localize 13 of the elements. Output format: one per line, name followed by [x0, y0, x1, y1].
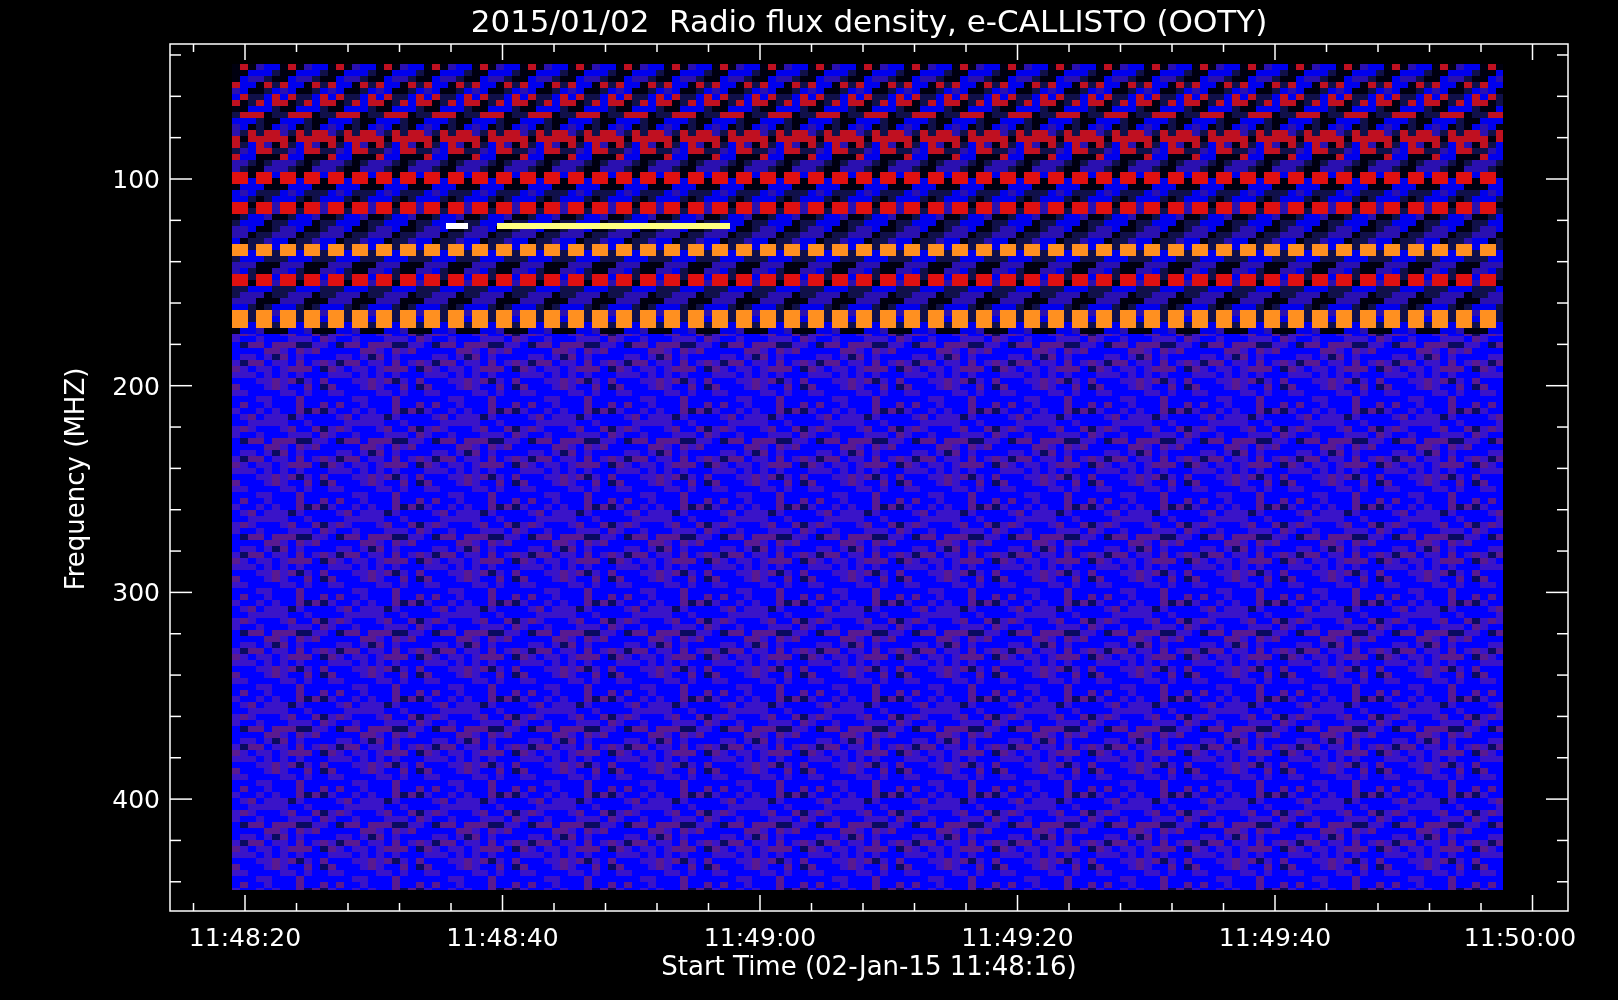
- tick-label: 11:49:40: [1218, 923, 1332, 952]
- tick-label: 11:49:00: [703, 923, 817, 952]
- y-axis-label: Frequency (MHZ): [60, 367, 90, 591]
- tick-label: 11:50:00: [1463, 923, 1577, 952]
- x-axis-label: Start Time (02-Jan-15 11:48:16): [661, 951, 1077, 981]
- tick-label: 400: [112, 785, 160, 815]
- tick-label: 11:48:20: [188, 923, 302, 952]
- tick-label: 200: [112, 371, 160, 401]
- tick-label: 11:49:20: [961, 923, 1074, 952]
- plot-title: 2015/01/02 Radio flux density, e-CALLISTO (OOTY): [470, 3, 1268, 39]
- tick-label: 11:48:40: [446, 923, 559, 952]
- tick-label: 300: [112, 578, 160, 608]
- tick-label: 100: [112, 165, 160, 194]
